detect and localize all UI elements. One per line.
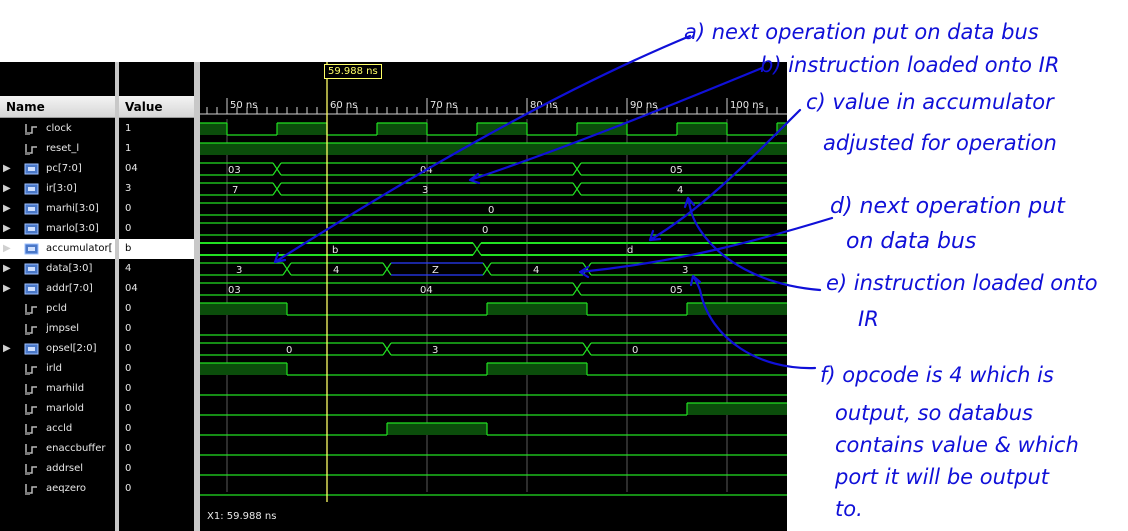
annotation-b: b) instruction loaded onto IR xyxy=(760,53,1059,77)
annotation-f: output, so databus xyxy=(835,401,1033,425)
annotation-arrow-d xyxy=(578,216,834,279)
annotation-c: adjusted for operation xyxy=(823,131,1057,155)
annotation-f: contains value & which xyxy=(835,433,1079,457)
annotation-f: to. xyxy=(835,497,863,521)
annotation-d: d) next operation put xyxy=(830,194,1066,219)
handwritten-annotations: a) next operation put on data bus b) inst… xyxy=(273,20,1098,521)
annotation-arrow-e xyxy=(683,196,822,292)
annotation-arrow-f xyxy=(689,274,817,370)
annotation-f: f) opcode is 4 which is xyxy=(820,363,1054,387)
annotation-arrow-b xyxy=(468,66,764,185)
annotation-d: on data bus xyxy=(846,229,976,254)
annotation-a: a) next operation put on data bus xyxy=(684,20,1039,44)
annotation-e: e) instruction loaded onto xyxy=(826,271,1098,295)
annotation-arrow-a xyxy=(273,34,692,264)
annotation-arrow-c xyxy=(648,108,802,242)
annotation-c: c) value in accumulator xyxy=(806,90,1055,114)
annotation-e: IR xyxy=(858,307,879,331)
annotation-f: port it will be output xyxy=(834,465,1050,489)
